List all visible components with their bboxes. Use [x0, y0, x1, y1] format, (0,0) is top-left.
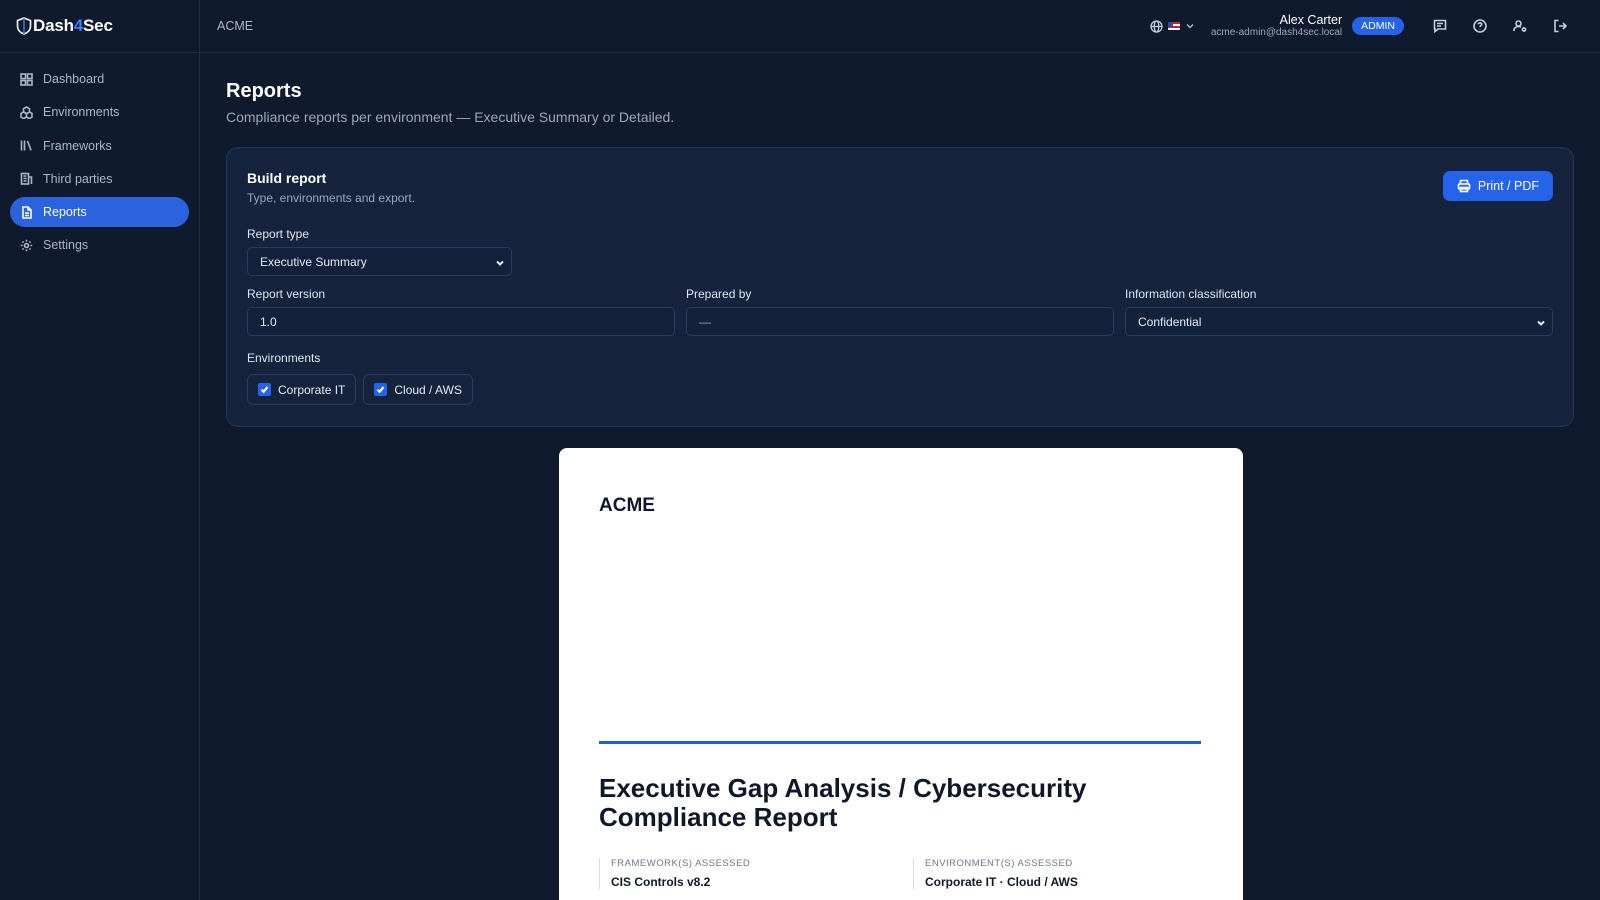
- brand-suffix: Sec: [83, 16, 113, 35]
- sidebar-item-frameworks[interactable]: Frameworks: [10, 131, 189, 161]
- classification-select[interactable]: Confidential: [1125, 307, 1553, 336]
- language-selector[interactable]: [1150, 19, 1195, 33]
- classification-group: Information classification Confidential: [1125, 287, 1553, 336]
- shield-logo-icon: [16, 17, 32, 35]
- environment-checkbox-cloud-aws[interactable]: Cloud / AWS: [363, 374, 473, 405]
- build-report-card: Build report Type, environments and expo…: [226, 147, 1574, 427]
- environment-label: Corporate IT: [278, 382, 346, 397]
- environment-checkbox-corporate-it[interactable]: Corporate IT: [247, 374, 357, 405]
- chevron-down-icon: [495, 257, 505, 271]
- sidebar-item-environments[interactable]: Environments: [10, 97, 189, 127]
- user-settings-icon[interactable]: [1512, 18, 1528, 34]
- printer-icon: [1457, 179, 1471, 193]
- page-title: Reports: [226, 80, 302, 102]
- environments-value: Corporate IT · Cloud / AWS: [925, 875, 1078, 889]
- file-icon: [20, 205, 33, 219]
- page-subtitle: Compliance reports per environment — Exe…: [226, 109, 675, 125]
- checkbox-checked-icon: [258, 383, 271, 396]
- report-type-select[interactable]: Executive Summary: [247, 247, 512, 276]
- environments-key: ENVIRONMENT(S) ASSESSED: [925, 858, 1073, 869]
- card-subtitle: Type, environments and export.: [247, 191, 416, 205]
- user-name: Alex Carter: [1279, 12, 1343, 27]
- report-version-label: Report version: [247, 287, 326, 301]
- user-email: acme-admin@dash4sec.local: [1210, 27, 1343, 39]
- messages-icon[interactable]: [1432, 18, 1448, 34]
- report-type-group: Report type Executive Summary: [247, 227, 1553, 276]
- card-title: Build report: [247, 170, 327, 186]
- report-version-group: Report version 1.0: [247, 287, 675, 336]
- top-bar-actions: Alex Carter acme-admin@dash4sec.local AD…: [1150, 12, 1600, 39]
- checkbox-checked-icon: [374, 383, 388, 396]
- main-content: Reports Compliance reports per environme…: [226, 53, 1574, 427]
- classification-label: Information classification: [1125, 287, 1257, 301]
- brand-prefix: Dash: [33, 16, 74, 35]
- prepared-by-input[interactable]: —: [686, 307, 1114, 336]
- sidebar-item-label: Dashboard: [43, 72, 105, 86]
- org-name: ACME: [217, 19, 254, 33]
- report-divider: [599, 741, 1201, 744]
- environments-assessed: ENVIRONMENT(S) ASSESSED Corporate IT · C…: [913, 858, 1078, 889]
- frameworks-value: CIS Controls v8.2: [611, 875, 711, 889]
- sidebar: Dash 4 Sec Dashboard Environments Framewor…: [0, 0, 200, 900]
- report-version-input[interactable]: 1.0: [247, 307, 675, 336]
- report-meta-row: Report version 1.0 Prepared by — Informa…: [247, 287, 1553, 336]
- sidebar-item-dashboard[interactable]: Dashboard: [10, 64, 189, 94]
- top-bar: ACME Alex Carter acme-admin@dash4sec.loc…: [200, 0, 1600, 53]
- sidebar-nav: Dashboard Environments Frameworks Third …: [0, 53, 199, 260]
- library-icon: [20, 139, 33, 152]
- prepared-by-label: Prepared by: [686, 287, 752, 301]
- prepared-by-group: Prepared by —: [686, 287, 1114, 336]
- prepared-by-value: —: [699, 314, 711, 329]
- user-info: Alex Carter acme-admin@dash4sec.local: [1210, 12, 1343, 39]
- role-badge: ADMIN: [1352, 17, 1404, 35]
- frameworks-key: FRAMEWORK(S) ASSESSED: [611, 858, 751, 869]
- globe-icon: [1150, 19, 1163, 33]
- classification-value: Confidential: [1138, 314, 1202, 329]
- building-icon: [20, 172, 33, 186]
- sidebar-item-reports[interactable]: Reports: [10, 197, 189, 228]
- gear-icon: [20, 239, 33, 252]
- chevron-down-icon: [1536, 317, 1546, 331]
- environments-group: Environments Corporate IT Cloud / AWS: [247, 351, 1553, 405]
- sidebar-item-label: Settings: [43, 238, 89, 253]
- us-flag-icon: [1167, 22, 1180, 30]
- sidebar-item-settings[interactable]: Settings: [10, 230, 189, 260]
- help-icon[interactable]: [1472, 18, 1488, 34]
- report-version-value: 1.0: [260, 314, 277, 329]
- report-type-value: Executive Summary: [260, 254, 367, 269]
- cubes-icon: [20, 105, 33, 119]
- report-type-label: Report type: [247, 227, 310, 241]
- sidebar-item-third-parties[interactable]: Third parties: [10, 164, 189, 194]
- sidebar-item-label: Frameworks: [43, 138, 112, 153]
- print-pdf-label: Print / PDF: [1477, 179, 1539, 193]
- sidebar-item-label: Reports: [43, 205, 87, 220]
- report-preview: ACME Executive Gap Analysis / Cybersecur…: [559, 448, 1243, 900]
- frameworks-assessed: FRAMEWORK(S) ASSESSED CIS Controls v8.2: [599, 858, 750, 889]
- grid-icon: [20, 72, 33, 86]
- sidebar-item-label: Environments: [43, 105, 120, 120]
- brand-logo[interactable]: Dash 4 Sec: [0, 0, 199, 53]
- chevron-down-icon: [1186, 24, 1194, 29]
- environments-checklist: Corporate IT Cloud / AWS: [247, 374, 1553, 405]
- environment-label: Cloud / AWS: [394, 382, 462, 397]
- sidebar-item-label: Third parties: [43, 171, 113, 186]
- report-org-name: ACME: [599, 495, 655, 516]
- environments-label: Environments: [247, 351, 321, 365]
- print-pdf-button[interactable]: Print / PDF: [1442, 171, 1553, 201]
- brand-mid: 4: [73, 16, 84, 35]
- logout-icon[interactable]: [1552, 18, 1568, 34]
- report-title: Executive Gap Analysis / Cybersecurity C…: [599, 773, 1087, 832]
